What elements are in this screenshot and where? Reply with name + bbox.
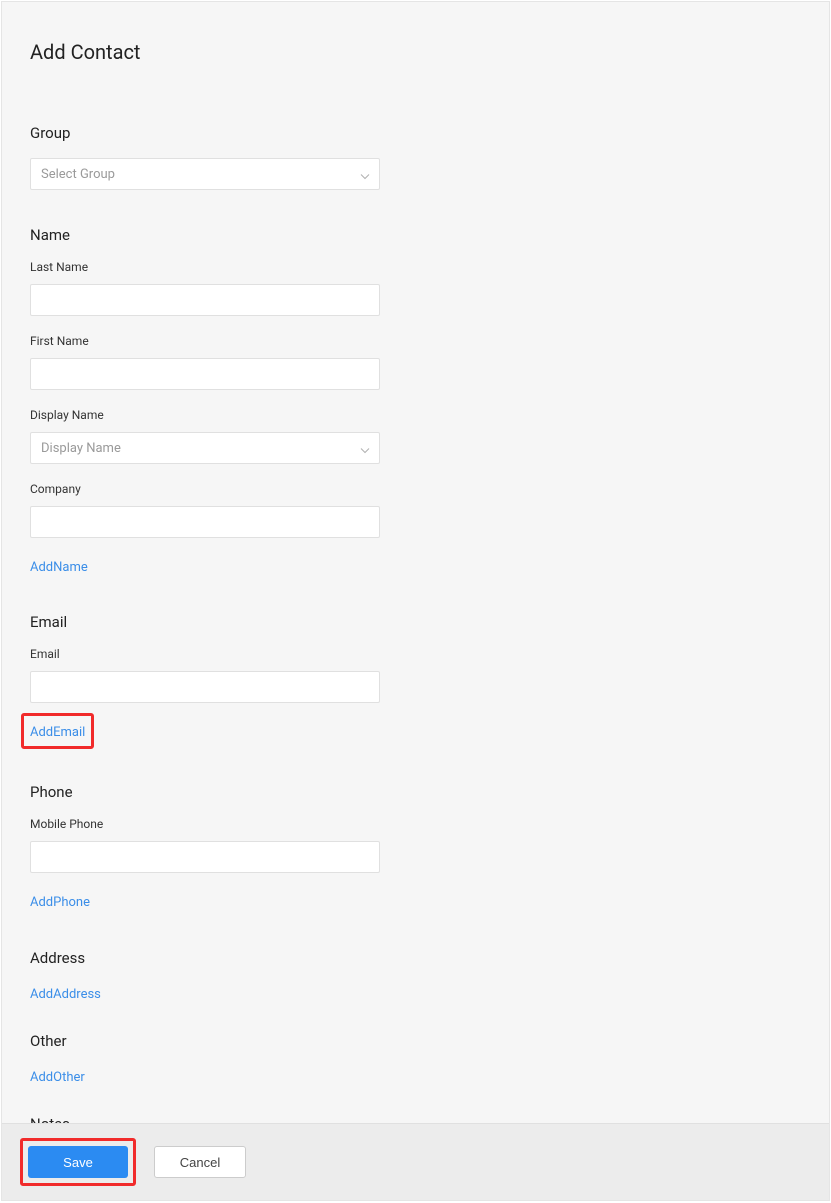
email-section-title: Email — [30, 613, 829, 631]
save-button[interactable]: Save — [28, 1146, 128, 1178]
notes-section: Notes AddNotes — [30, 1115, 829, 1123]
company-group: Company — [30, 482, 829, 538]
email-input[interactable] — [30, 671, 380, 703]
first-name-group: First Name — [30, 334, 829, 390]
group-select-value: Select Group — [30, 158, 380, 190]
display-name-select[interactable]: Display Name — [30, 432, 380, 464]
email-group: Email — [30, 647, 829, 703]
form-content: Add Contact Group Select Group Name Last… — [2, 2, 829, 1123]
display-name-group: Display Name Display Name — [30, 408, 829, 464]
company-label: Company — [30, 482, 829, 496]
address-section: Address AddAddress — [30, 949, 829, 1004]
first-name-label: First Name — [30, 334, 829, 348]
save-button-highlight: Save — [20, 1138, 136, 1186]
group-section: Group Select Group — [30, 124, 829, 190]
add-name-link[interactable]: AddName — [30, 559, 88, 577]
mobile-phone-label: Mobile Phone — [30, 817, 829, 831]
page-title: Add Contact — [30, 40, 829, 64]
form-footer: Save Cancel — [2, 1123, 829, 1200]
last-name-input[interactable] — [30, 284, 380, 316]
other-section-title: Other — [30, 1032, 829, 1050]
last-name-label: Last Name — [30, 260, 829, 274]
add-phone-link[interactable]: AddPhone — [30, 894, 90, 912]
add-address-link[interactable]: AddAddress — [30, 986, 101, 1004]
notes-section-title: Notes — [30, 1115, 829, 1123]
phone-section: Phone Mobile Phone AddPhone — [30, 783, 829, 912]
display-name-select-value: Display Name — [30, 432, 380, 464]
last-name-group: Last Name — [30, 260, 829, 316]
email-section: Email Email AddEmail — [30, 613, 829, 749]
add-email-link[interactable]: AddEmail — [30, 724, 85, 742]
name-section-title: Name — [30, 226, 829, 244]
name-section: Name Last Name First Name Display Name D… — [30, 226, 829, 577]
mobile-phone-input[interactable] — [30, 841, 380, 873]
group-section-title: Group — [30, 124, 829, 142]
display-name-label: Display Name — [30, 408, 829, 422]
add-contact-form: Add Contact Group Select Group Name Last… — [1, 1, 830, 1201]
first-name-input[interactable] — [30, 358, 380, 390]
add-email-highlight: AddEmail — [21, 713, 94, 749]
email-label: Email — [30, 647, 829, 661]
cancel-button[interactable]: Cancel — [154, 1146, 246, 1178]
group-select[interactable]: Select Group — [30, 158, 380, 190]
company-input[interactable] — [30, 506, 380, 538]
phone-section-title: Phone — [30, 783, 829, 801]
mobile-phone-group: Mobile Phone — [30, 817, 829, 873]
other-section: Other AddOther — [30, 1032, 829, 1087]
add-other-link[interactable]: AddOther — [30, 1069, 85, 1087]
address-section-title: Address — [30, 949, 829, 967]
